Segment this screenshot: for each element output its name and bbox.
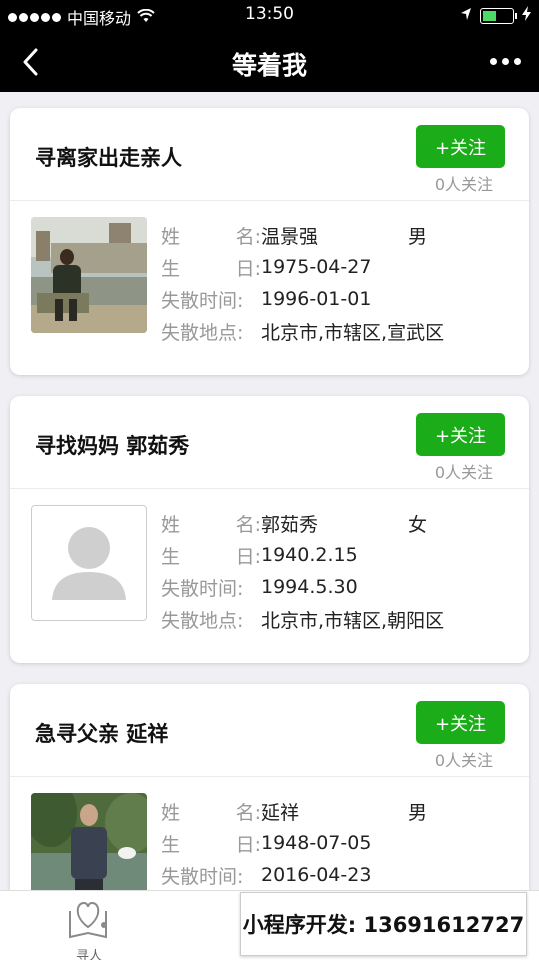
person-gender: 女 xyxy=(408,513,428,536)
card-header: 寻找妈妈 郭茹秀 +关注 0人关注 xyxy=(10,396,529,489)
card-header: 急寻父亲 延祥 +关注 0人关注 xyxy=(10,684,529,777)
tab-label: 寻人 xyxy=(75,949,102,960)
more-icon xyxy=(489,57,497,65)
person-name: 郭茹秀 xyxy=(261,513,319,536)
promo-banner: 小程序开发: 13691612727 xyxy=(240,892,527,956)
name-row: 姓名: 温景强 男 xyxy=(161,219,444,251)
tab-find-person[interactable]: 寻人 xyxy=(44,897,134,960)
birth-date: 1940.2.15 xyxy=(261,544,358,566)
more-button[interactable] xyxy=(485,46,525,76)
card-body: 姓名: 郭茹秀 女 生日: 1940.2.15 失散时间: 1994.5.30 … xyxy=(10,489,529,663)
person-gender: 男 xyxy=(408,225,428,248)
lost-time: 1996-01-01 xyxy=(261,288,372,310)
follow-button[interactable]: +关注 xyxy=(416,701,505,744)
birth-date: 1948-07-05 xyxy=(261,832,372,854)
birth-date: 1975-04-27 xyxy=(261,256,372,278)
follow-button[interactable]: +关注 xyxy=(416,125,505,168)
card-title: 寻离家出走亲人 xyxy=(35,146,182,170)
person-name: 温景强 xyxy=(261,225,319,248)
lost-time-row: 失散时间: 1994.5.30 xyxy=(161,576,358,600)
name-row: 姓名: 郭茹秀 女 xyxy=(161,507,444,539)
lost-place: 北京市,市辖区,宣武区 xyxy=(261,321,445,344)
status-bar: 中国移动 13:50 xyxy=(0,0,539,30)
lost-time-row: 失散时间: 1996-01-01 xyxy=(161,288,372,312)
battery-icon xyxy=(480,7,517,24)
follow-button[interactable]: +关注 xyxy=(416,413,505,456)
person-gender: 男 xyxy=(408,801,428,824)
lost-time: 1994.5.30 xyxy=(261,576,358,598)
lost-place-row: 失散地点: 北京市,市辖区,宣武区 xyxy=(161,315,444,347)
heart-book-icon xyxy=(69,901,107,939)
person-info: 姓名: 郭茹秀 女 生日: 1940.2.15 失散时间: 1994.5.30 … xyxy=(161,507,444,635)
card-title: 寻找妈妈 郭茹秀 xyxy=(35,434,190,458)
birth-row: 生日: 1948-07-05 xyxy=(161,832,372,856)
person-card[interactable]: 寻离家出走亲人 +关注 0人关注 姓名: 温景强 男 生 日: 1975-04-… xyxy=(10,108,529,375)
birth-row: 生日: 1940.2.15 xyxy=(161,544,358,568)
lost-time-row: 失散时间: 2016-04-23 xyxy=(161,864,372,888)
birth-row: 生日: 1975-04-27 xyxy=(161,256,372,280)
follow-count: 0人关注 xyxy=(434,175,493,194)
card-header: 寻离家出走亲人 +关注 0人关注 xyxy=(10,108,529,201)
person-photo xyxy=(31,217,147,333)
person-card[interactable]: 寻找妈妈 郭茹秀 +关注 0人关注 姓名: 郭茹秀 女 生日: 1940.2.1… xyxy=(10,396,529,663)
person-name: 延祥 xyxy=(261,801,300,824)
card-body: 姓名: 温景强 男 生日: 1975-04-27 失散时间: 1996-01-0… xyxy=(10,201,529,375)
lost-place: 北京市,市辖区,朝阳区 xyxy=(261,609,445,632)
lost-place-row: 失散地点: 北京市,市辖区,朝阳区 xyxy=(161,603,444,635)
charging-icon xyxy=(522,6,531,25)
status-right xyxy=(460,6,531,25)
location-icon xyxy=(460,6,472,25)
lost-time: 2016-04-23 xyxy=(261,864,372,886)
person-info: 姓名: 延祥 男 生日: 1948-07-05 失散时间: 2016-04-23 xyxy=(161,795,427,891)
follow-count: 0人关注 xyxy=(434,463,493,482)
name-row: 姓名: 延祥 男 xyxy=(161,795,427,827)
page-title: 等着我 xyxy=(231,51,307,80)
card-title: 急寻父亲 延祥 xyxy=(35,722,169,746)
person-info: 姓名: 温景强 男 生日: 1975-04-27 失散时间: 1996-01-0… xyxy=(161,219,444,347)
follow-count: 0人关注 xyxy=(434,751,493,770)
placeholder-avatar-icon xyxy=(31,505,147,621)
clock: 13:50 xyxy=(245,4,294,24)
nav-bar: 等着我 xyxy=(0,30,539,92)
